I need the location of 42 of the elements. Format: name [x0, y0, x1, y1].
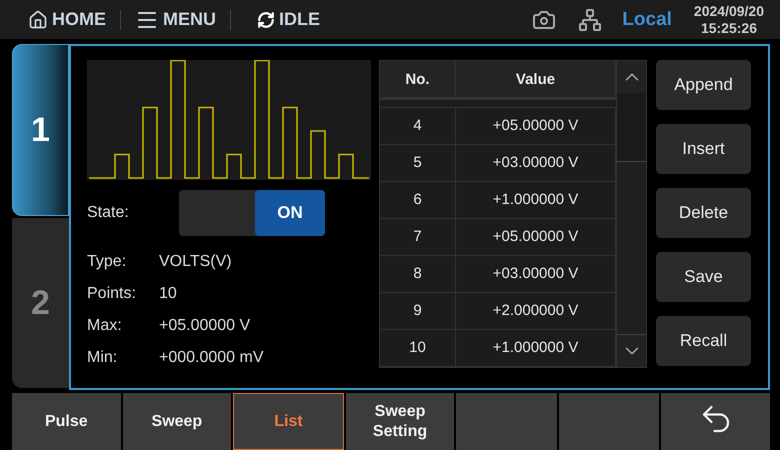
- action-button[interactable]: Recall: [656, 316, 751, 366]
- info-label: Min:: [87, 349, 118, 367]
- channel-tab[interactable]: 2: [12, 218, 69, 388]
- scroll-up-button[interactable]: [617, 61, 646, 93]
- info-value: +05.00000 V: [159, 317, 250, 335]
- softkey-button[interactable]: Pulse: [12, 393, 121, 450]
- info-label: Type:: [87, 253, 128, 271]
- time-text: 15:25:26: [700, 20, 757, 36]
- action-button[interactable]: Save: [656, 252, 751, 302]
- column-header: No.: [380, 61, 456, 98]
- softkey-button[interactable]: Sweep Setting: [346, 393, 454, 450]
- table-cell: 5: [380, 144, 456, 181]
- action-button[interactable]: Insert: [656, 124, 751, 174]
- softkey-button[interactable]: List: [233, 393, 344, 450]
- table-cell: 9: [380, 292, 456, 329]
- action-button[interactable]: Append: [656, 60, 751, 110]
- network-icon: [578, 8, 602, 32]
- info-value: 10: [159, 285, 177, 303]
- home-icon[interactable]: [28, 10, 48, 30]
- table-cell: 7: [380, 218, 456, 255]
- channel-tab[interactable]: 1: [12, 44, 69, 216]
- mode-label: Local: [622, 8, 672, 30]
- date-text: 2024/09/20: [694, 2, 764, 20]
- run-state: IDLE: [279, 9, 320, 30]
- back-button[interactable]: [661, 393, 770, 450]
- table-cell: 8: [380, 256, 456, 292]
- action-button[interactable]: Delete: [656, 188, 751, 238]
- info-label: Max:: [87, 317, 123, 335]
- state-label: State:: [87, 204, 130, 222]
- home-label[interactable]: HOME: [52, 9, 106, 30]
- scrollbar-thumb[interactable]: [617, 161, 646, 335]
- menu-label[interactable]: MENU: [163, 9, 216, 30]
- info-label: Points:: [87, 285, 137, 303]
- state-toggle[interactable]: ON: [179, 190, 325, 236]
- info-value: +000.0000 mV: [159, 349, 264, 367]
- scroll-down-button[interactable]: [617, 335, 646, 367]
- refresh-icon: [257, 10, 275, 28]
- info-value: VOLTS(V): [159, 253, 232, 271]
- table-cell: 6: [380, 182, 456, 218]
- table-cell: 10: [380, 330, 456, 366]
- softkey-button[interactable]: Sweep: [122, 393, 232, 450]
- table-cell: 4: [380, 108, 456, 144]
